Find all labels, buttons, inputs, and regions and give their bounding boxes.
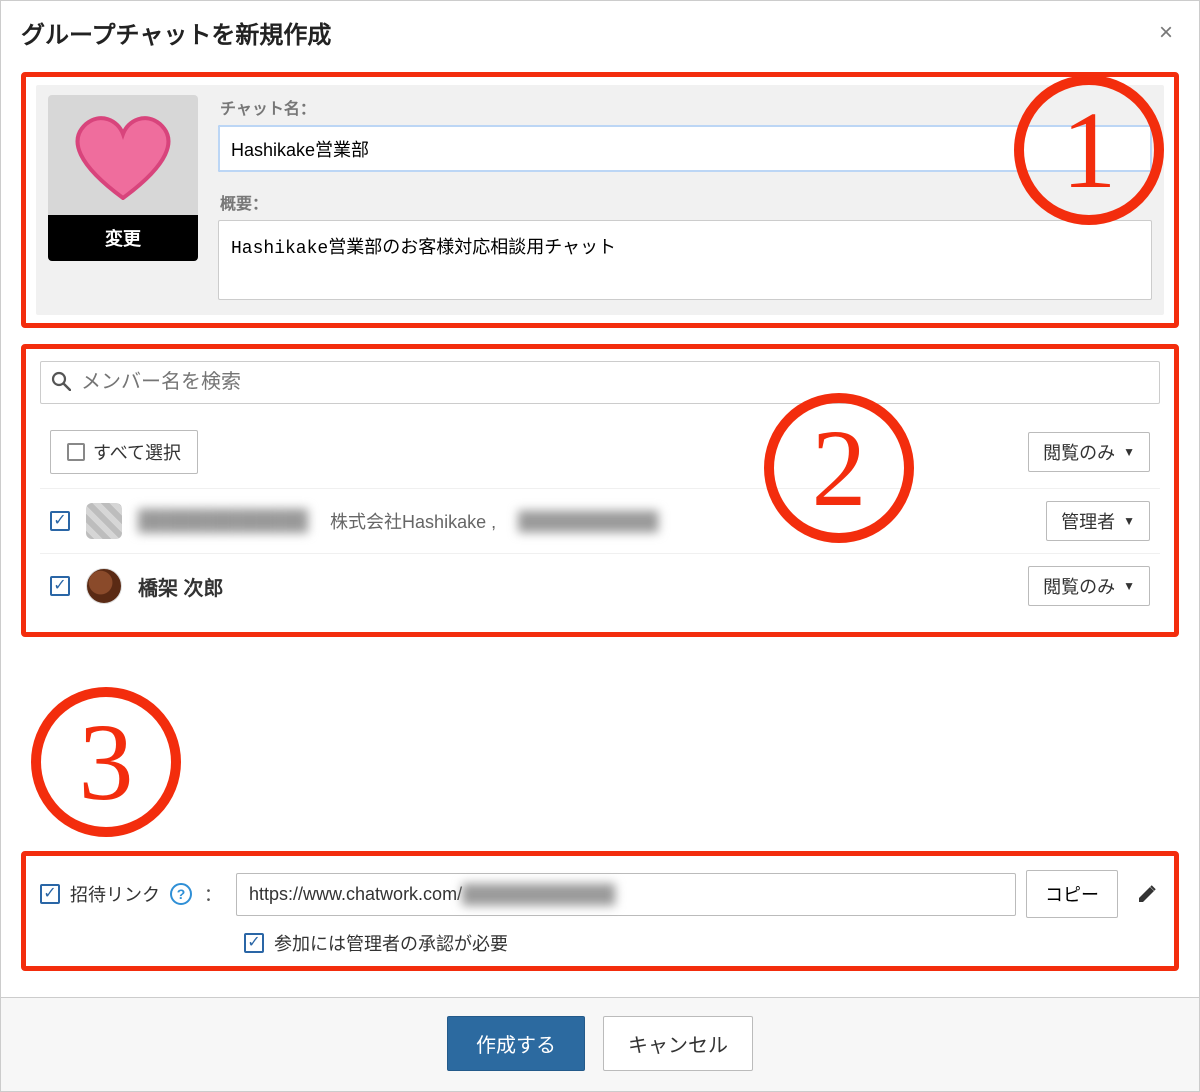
overview-label: 概要： [220,190,1152,214]
dialog-title: グループチャットを新規作成 [21,15,331,50]
invite-link-checkbox[interactable]: ✓ [40,884,60,904]
member-org-hidden: ███████████ [518,511,658,532]
member-avatar [86,568,122,604]
member-checkbox[interactable]: ✓ [50,576,70,596]
pencil-icon[interactable] [1134,881,1160,907]
member-list: ✓ ████████████ 株式会社Hashikake , █████████… [40,488,1160,618]
invite-url-visible: https://www.chatwork.com/ [249,884,462,905]
approval-required-checkbox[interactable]: ✓ [244,933,264,953]
search-icon [51,371,71,395]
member-role-value: 閲覧のみ [1043,573,1115,599]
select-all-label: すべて選択 [93,439,181,465]
help-icon[interactable]: ? [170,883,192,905]
chevron-down-icon: ▼ [1123,445,1135,459]
dialog-body: 1 変更 チャット名： 概要： [1,72,1199,997]
annotation-number-3: 3 [31,687,181,837]
default-role-select[interactable]: 閲覧のみ ▼ [1028,432,1150,472]
change-avatar-button[interactable]: 変更 [48,215,198,261]
annotation-box-1: 1 変更 チャット名： 概要： [21,72,1179,328]
annotation-box-2: 2 すべて選択 閲覧のみ ▼ [21,344,1179,637]
member-search-input[interactable] [79,370,1149,395]
member-row: ✓ ████████████ 株式会社Hashikake , █████████… [40,488,1160,553]
approval-required-label: 参加には管理者の承認が必要 [274,930,508,956]
create-button[interactable]: 作成する [447,1016,585,1071]
invite-colon: ： [204,881,222,907]
create-group-chat-dialog: グループチャットを新規作成 × 1 変更 チャ [0,0,1200,1092]
annotation-box-3: ✓ 招待リンク ? ： https://www.chatwork.com/███… [21,851,1179,971]
member-row: ✓ 橋架 次郎 閲覧のみ ▼ [40,553,1160,618]
dialog-action-bar: 作成する キャンセル [1,997,1199,1091]
chat-name-input[interactable] [218,125,1152,172]
chat-name-label: チャット名： [220,95,1152,119]
member-avatar [86,503,122,539]
heart-icon [68,110,178,200]
default-role-value: 閲覧のみ [1043,439,1115,465]
invite-link-label: 招待リンク [70,881,160,907]
chevron-down-icon: ▼ [1123,514,1135,528]
member-name: ████████████ [138,510,308,533]
checkbox-empty-icon [67,443,85,461]
overview-input[interactable] [218,220,1152,300]
chevron-down-icon: ▼ [1123,579,1135,593]
select-all-button[interactable]: すべて選択 [50,430,198,474]
member-role-select[interactable]: 閲覧のみ ▼ [1028,566,1150,606]
dialog-header: グループチャットを新規作成 × [1,1,1199,64]
member-checkbox[interactable]: ✓ [50,511,70,531]
cancel-button[interactable]: キャンセル [603,1016,753,1071]
member-search[interactable] [40,361,1160,404]
invite-url-field[interactable]: https://www.chatwork.com/████████████ [236,873,1016,916]
member-role-value: 管理者 [1061,508,1115,534]
member-role-select[interactable]: 管理者 ▼ [1046,501,1150,541]
invite-url-hidden: ████████████ [462,884,615,905]
member-name: 橋架 次郎 [138,572,224,601]
chat-avatar-image[interactable] [48,95,198,215]
copy-button[interactable]: コピー [1026,870,1118,918]
member-org: 株式会社Hashikake , [330,508,496,534]
close-icon[interactable]: × [1153,21,1179,45]
